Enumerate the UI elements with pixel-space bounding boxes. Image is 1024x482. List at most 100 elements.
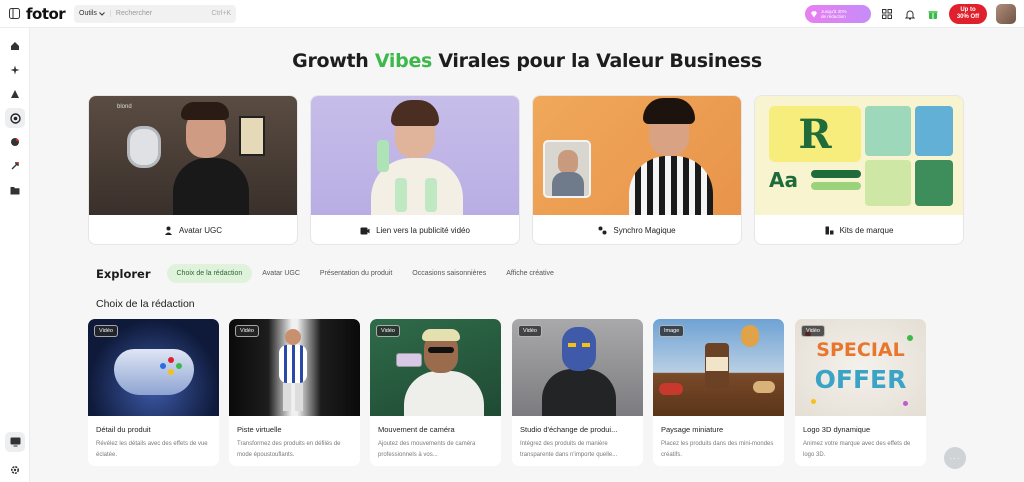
- brand-kit-icon: [825, 226, 834, 235]
- headline-part1: Growth: [292, 50, 375, 72]
- fotor-logo[interactable]: fotor: [26, 5, 70, 23]
- card-title: Détail du produit: [96, 425, 151, 434]
- tab-avatar-ugc[interactable]: Avatar UGC: [252, 264, 310, 283]
- desktop-app-icon[interactable]: [5, 432, 25, 452]
- feature-label: Kits de marque: [839, 226, 894, 235]
- brand-photo-tile: [915, 106, 953, 156]
- brand-photo-tile: [915, 160, 953, 206]
- template-card-miniature-landscape[interactable]: Image Paysage miniature Placez les produ…: [653, 319, 784, 466]
- template-card-virtual-runway[interactable]: Vidéo Piste virtuelle Transformez des pr…: [229, 319, 360, 466]
- card-description: Transformez des produits en défilés de m…: [237, 441, 341, 458]
- page-headline: Growth Vibes Virales pour la Valeur Busi…: [30, 50, 1024, 72]
- tools-label: Outils: [79, 10, 97, 17]
- feature-card-avatar-ugc[interactable]: blond Avatar UGC: [88, 95, 298, 245]
- apps-grid-icon[interactable]: [880, 7, 894, 21]
- 3d-logo-thumbnail: SPECIAL OFFER Vidéo: [795, 319, 926, 416]
- tab-seasonal-occasions[interactable]: Occasions saisonnières: [402, 264, 496, 283]
- person-body: [542, 369, 616, 416]
- tab-creative-poster[interactable]: Affiche créative: [496, 264, 564, 283]
- media-type-badge: Vidéo: [801, 325, 825, 337]
- media-type-badge: Image: [659, 325, 685, 337]
- promo-button[interactable]: Jusqu'à 30% de réduction: [805, 5, 871, 23]
- brand-photo-tile: [865, 106, 911, 156]
- product-swap-thumbnail: Vidéo: [512, 319, 643, 416]
- brand-aa: Aa: [769, 168, 798, 192]
- miniature-landscape-thumbnail: Image: [653, 319, 784, 416]
- feature-label: Synchro Magique: [613, 226, 676, 235]
- person-hair: [181, 102, 229, 120]
- bell-icon[interactable]: [903, 7, 917, 21]
- avatar-ugc-thumbnail: blond: [89, 96, 297, 215]
- bottle-shape: [425, 178, 437, 212]
- feature-card-video-ad-link[interactable]: Lien vers la publicité vidéo: [310, 95, 520, 245]
- template-card-3d-logo[interactable]: SPECIAL OFFER Vidéo Logo 3D dynamique An…: [795, 319, 926, 466]
- top-bar: fotor Outils Rechercher Ctrl+K Jusqu'à 3…: [0, 0, 1024, 28]
- folder-icon[interactable]: [5, 180, 25, 200]
- media-type-badge: Vidéo: [376, 325, 400, 337]
- chevron-down-icon: [99, 11, 105, 16]
- more-options-button[interactable]: ···: [944, 447, 966, 469]
- person-hair: [391, 100, 439, 126]
- wall-poster: [239, 116, 265, 156]
- left-sidebar: [0, 28, 30, 482]
- search-shortcut: Ctrl+K: [211, 10, 231, 17]
- offer-line1: Up to: [960, 7, 976, 13]
- person-body: [629, 156, 713, 215]
- promo-line2: de réduction: [821, 14, 846, 19]
- explore-title: Explorer: [96, 266, 151, 281]
- controller-shape: [114, 349, 194, 395]
- avatar-icon: [165, 226, 172, 235]
- gift-icon[interactable]: [926, 7, 940, 21]
- card-description: Révélez les détails avec des effets de v…: [96, 441, 208, 458]
- card-title: Logo 3D dynamique: [803, 425, 871, 434]
- hat-text: blond: [117, 104, 132, 110]
- person-face: [562, 327, 596, 371]
- user-avatar[interactable]: [996, 4, 1016, 24]
- card-description: Intégrez des produits de manière transpa…: [520, 441, 618, 458]
- runway-model-shape: [279, 345, 307, 383]
- sync-icon: [598, 226, 607, 235]
- template-card-product-swap-studio[interactable]: Vidéo Studio d'échange de produi... Inté…: [512, 319, 643, 466]
- apps-icon[interactable]: [5, 132, 25, 152]
- ai-tools-icon[interactable]: [5, 60, 25, 80]
- media-type-badge: Vidéo: [94, 325, 118, 337]
- phone-shape: [396, 353, 422, 367]
- media-type-badge: Vidéo: [235, 325, 259, 337]
- inset-video-frame: [543, 140, 591, 198]
- brand-color-bar: [811, 182, 861, 190]
- headphones-shape: [127, 126, 161, 168]
- brand-photo-tile: [865, 160, 911, 206]
- person-hair: [643, 98, 695, 124]
- card-title: Piste virtuelle: [237, 425, 282, 434]
- feature-label: Lien vers la publicité vidéo: [376, 226, 470, 235]
- sidebar-toggle-icon[interactable]: [0, 0, 28, 28]
- template-card-product-detail[interactable]: Vidéo Détail du produit Révélez les déta…: [88, 319, 219, 466]
- template-card-camera-movement[interactable]: Vidéo Mouvement de caméra Ajoutez des mo…: [370, 319, 501, 466]
- marketing-icon[interactable]: [5, 108, 25, 128]
- launch-icon[interactable]: [5, 156, 25, 176]
- tab-product-showcase[interactable]: Présentation du produit: [310, 264, 402, 283]
- diamond-icon: [811, 10, 817, 17]
- headline-accent: Vibes: [374, 50, 433, 72]
- upgrade-offer-button[interactable]: Up to 30% Off: [949, 4, 987, 24]
- virtual-runway-thumbnail: Vidéo: [229, 319, 360, 416]
- video-ad-thumbnail: [311, 96, 519, 215]
- design-icon[interactable]: [5, 84, 25, 104]
- tools-dropdown[interactable]: Outils: [79, 10, 111, 17]
- person-body: [173, 158, 249, 215]
- media-type-badge: Vidéo: [518, 325, 542, 337]
- search-input[interactable]: Rechercher: [116, 10, 211, 17]
- tab-editors-choice[interactable]: Choix de la rédaction: [166, 264, 253, 283]
- feature-card-magic-sync[interactable]: Synchro Magique: [532, 95, 742, 245]
- sunglasses-shape: [428, 347, 454, 353]
- magic-sync-thumbnail: [533, 96, 741, 215]
- offer-word2: OFFER: [814, 365, 907, 394]
- card-title: Paysage miniature: [661, 425, 724, 434]
- person-body: [404, 371, 484, 416]
- feature-card-brand-kits[interactable]: R Aa Kits de marque: [754, 95, 964, 245]
- search-bar[interactable]: Outils Rechercher Ctrl+K: [74, 4, 236, 23]
- offer-word1: SPECIAL: [816, 339, 905, 361]
- explore-tabs-row: Explorer Choix de la rédaction Avatar UG…: [96, 264, 564, 283]
- home-icon[interactable]: [5, 36, 25, 56]
- settings-icon[interactable]: [5, 460, 25, 480]
